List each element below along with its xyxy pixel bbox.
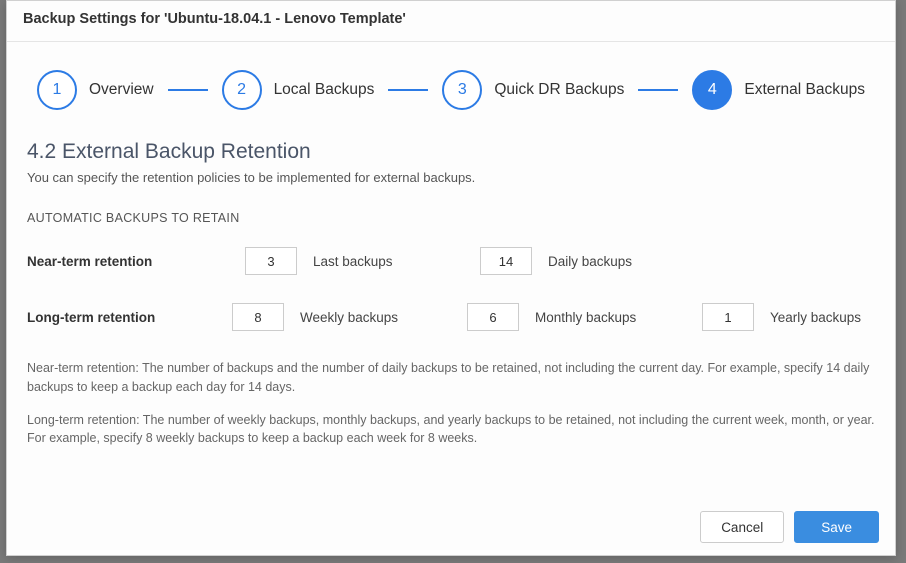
backup-settings-modal: Backup Settings for 'Ubuntu-18.04.1 - Le…: [6, 0, 896, 556]
step-connector: [638, 89, 678, 91]
monthly-backups-input[interactable]: [467, 303, 519, 331]
cancel-button[interactable]: Cancel: [700, 511, 784, 543]
section-subtitle: You can specify the retention policies t…: [27, 170, 875, 185]
weekly-backups-input[interactable]: [232, 303, 284, 331]
long-term-row: Long-term retention Weekly backups Month…: [27, 303, 875, 331]
daily-backups-input[interactable]: [480, 247, 532, 275]
modal-title: Backup Settings for 'Ubuntu-18.04.1 - Le…: [23, 11, 879, 27]
step-circle: 4: [692, 70, 732, 110]
wizard-stepper: 1 Overview 2 Local Backups 3 Quick DR Ba…: [7, 42, 895, 122]
section-title: 4.2 External Backup Retention: [27, 140, 875, 164]
near-term-help: Near-term retention: The number of backu…: [27, 359, 875, 397]
step-local-backups[interactable]: 2 Local Backups: [222, 70, 375, 110]
step-circle: 2: [222, 70, 262, 110]
step-external-backups[interactable]: 4 External Backups: [692, 70, 865, 110]
weekly-backups-label: Weekly backups: [300, 310, 405, 325]
yearly-backups-input[interactable]: [702, 303, 754, 331]
yearly-backups-label: Yearly backups: [770, 310, 875, 325]
last-backups-input[interactable]: [245, 247, 297, 275]
step-circle: 3: [442, 70, 482, 110]
step-quick-dr-backups[interactable]: 3 Quick DR Backups: [442, 70, 624, 110]
modal-header: Backup Settings for 'Ubuntu-18.04.1 - Le…: [7, 1, 895, 42]
step-label: External Backups: [744, 81, 865, 99]
long-term-help: Long-term retention: The number of weekl…: [27, 411, 875, 449]
daily-backups-label: Daily backups: [548, 254, 653, 269]
step-circle: 1: [37, 70, 77, 110]
weekly-backups-field: Weekly backups: [232, 303, 405, 331]
step-label: Local Backups: [274, 81, 375, 99]
monthly-backups-label: Monthly backups: [535, 310, 640, 325]
near-term-row: Near-term retention Last backups Daily b…: [27, 247, 875, 275]
near-term-label: Near-term retention: [27, 254, 245, 269]
daily-backups-field: Daily backups: [480, 247, 653, 275]
step-overview[interactable]: 1 Overview: [37, 70, 154, 110]
step-label: Quick DR Backups: [494, 81, 624, 99]
step-label: Overview: [89, 81, 154, 99]
modal-content: 4.2 External Backup Retention You can sp…: [7, 122, 895, 448]
yearly-backups-field: Yearly backups: [702, 303, 875, 331]
last-backups-label: Last backups: [313, 254, 418, 269]
modal-footer: Cancel Save: [7, 499, 895, 555]
last-backups-field: Last backups: [245, 247, 418, 275]
retention-group-label: AUTOMATIC BACKUPS TO RETAIN: [27, 211, 875, 225]
step-connector: [388, 89, 428, 91]
step-connector: [168, 89, 208, 91]
save-button[interactable]: Save: [794, 511, 879, 543]
long-term-label: Long-term retention: [27, 310, 232, 325]
monthly-backups-field: Monthly backups: [467, 303, 640, 331]
